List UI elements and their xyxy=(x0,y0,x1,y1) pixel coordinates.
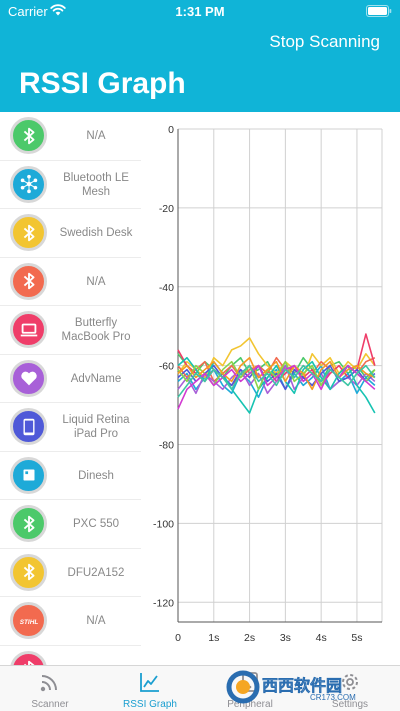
bluetooth-icon xyxy=(23,660,34,665)
device-row[interactable]: Bluetooth LE Mesh xyxy=(0,161,141,209)
rssi-graph: 0 -20 -40 -60 -80 -100 -120 0 1s 2s 3s 4s 5s xyxy=(141,112,400,665)
y-tick-label: 0 xyxy=(168,124,174,136)
device-row[interactable]: Liquid Retina iPad Pro xyxy=(0,403,141,452)
bluetooth-icon xyxy=(23,127,34,144)
device-avatar xyxy=(10,262,47,300)
y-tick-label: -100 xyxy=(153,518,174,530)
square-icon xyxy=(23,469,34,481)
device-row[interactable]: AdvName xyxy=(0,355,141,403)
device-name: DFU2A152 xyxy=(67,566,125,579)
status-bar: Carrier 1:31 PM xyxy=(0,0,400,22)
x-tick-label: 0 xyxy=(175,632,181,644)
device-row[interactable]: Dinesh xyxy=(0,452,141,500)
bluetooth-icon xyxy=(23,272,34,290)
y-tick-label: -40 xyxy=(159,282,174,294)
device-row[interactable]: Swedish Desk xyxy=(0,209,141,258)
x-tick-label: 2s xyxy=(244,632,255,644)
heart-icon xyxy=(20,371,37,386)
battery-icon xyxy=(366,5,392,17)
device-avatar xyxy=(10,553,47,591)
watermark: 西西软件园 CR173.COM xyxy=(226,668,386,706)
tab-scanner-label: Scanner xyxy=(31,699,69,710)
y-tick-label: -80 xyxy=(159,440,174,452)
x-tick-label: 4s xyxy=(316,632,327,644)
x-tick-label: 5s xyxy=(351,632,362,644)
scanner-icon xyxy=(40,675,57,692)
device-row[interactable] xyxy=(0,646,141,666)
device-row[interactable]: Butterfly MacBook Pro xyxy=(0,306,141,355)
device-name: Swedish Desk xyxy=(59,227,133,239)
tab-rssi-graph-label: RSSI Graph xyxy=(123,699,177,710)
x-tick-label: 3s xyxy=(280,632,291,644)
device-avatar: STIHL xyxy=(10,602,47,639)
rssi-chart: 0 -20 -40 -60 -80 -100 -120 0 1s 2s 3s 4s 5s xyxy=(153,124,383,644)
device-row[interactable]: N/A xyxy=(0,258,141,306)
device-name xyxy=(52,646,140,666)
bluetooth-icon xyxy=(23,563,34,581)
device-row[interactable]: DFU2A152 xyxy=(0,549,141,597)
y-tick-label: -20 xyxy=(159,203,174,215)
device-avatar xyxy=(10,650,47,665)
device-name: N/A xyxy=(86,130,106,142)
device-name: Bluetooth LE Mesh xyxy=(63,171,129,198)
bluetooth-icon xyxy=(23,224,34,241)
header-bar: Carrier 1:31 PM Stop Scanning RSSI Graph xyxy=(0,0,400,112)
tab-rssi-graph[interactable]: RSSI Graph xyxy=(100,666,200,711)
device-avatar xyxy=(10,117,47,154)
watermark-logo-icon xyxy=(226,670,260,704)
laptop-icon xyxy=(20,323,37,336)
graph-icon xyxy=(140,673,159,692)
stihl-logo-icon: STIHL xyxy=(19,618,38,625)
device-name: Butterfly MacBook Pro xyxy=(61,317,131,343)
device-row[interactable]: PXC 550 xyxy=(0,500,141,549)
tab-scanner[interactable]: Scanner xyxy=(0,666,100,711)
device-avatar xyxy=(10,505,47,542)
device-name: N/A xyxy=(86,275,106,288)
svg-text:STIHL: STIHL xyxy=(19,618,38,625)
device-avatar xyxy=(10,165,47,203)
device-row[interactable]: STIHL N/A xyxy=(0,597,141,646)
watermark-sub: CR173.COM xyxy=(310,693,356,702)
y-tick-label: -120 xyxy=(153,597,174,609)
device-avatar xyxy=(10,408,47,445)
device-avatar xyxy=(10,456,47,494)
device-name: Dinesh xyxy=(78,469,114,482)
device-name: Liquid Retina iPad Pro xyxy=(62,414,130,440)
device-avatar xyxy=(10,214,47,251)
y-tick-label: -60 xyxy=(159,361,174,373)
mesh-network-icon xyxy=(20,174,37,194)
status-time: 1:31 PM xyxy=(175,4,225,19)
device-avatar xyxy=(10,359,47,397)
x-tick-label: 1s xyxy=(208,632,219,644)
page-title: RSSI Graph xyxy=(19,67,186,100)
device-avatar xyxy=(10,311,47,348)
device-name: AdvName xyxy=(70,372,122,385)
device-name: N/A xyxy=(86,615,106,627)
device-row[interactable]: N/A xyxy=(0,112,141,161)
stop-scanning-button[interactable]: Stop Scanning xyxy=(269,32,380,52)
bluetooth-icon xyxy=(23,515,34,532)
device-name: PXC 550 xyxy=(72,518,120,530)
tablet-icon xyxy=(23,418,34,435)
device-list[interactable]: N/A Bluetooth LE Mesh Swedish Desk N/A Butte… xyxy=(0,112,141,665)
